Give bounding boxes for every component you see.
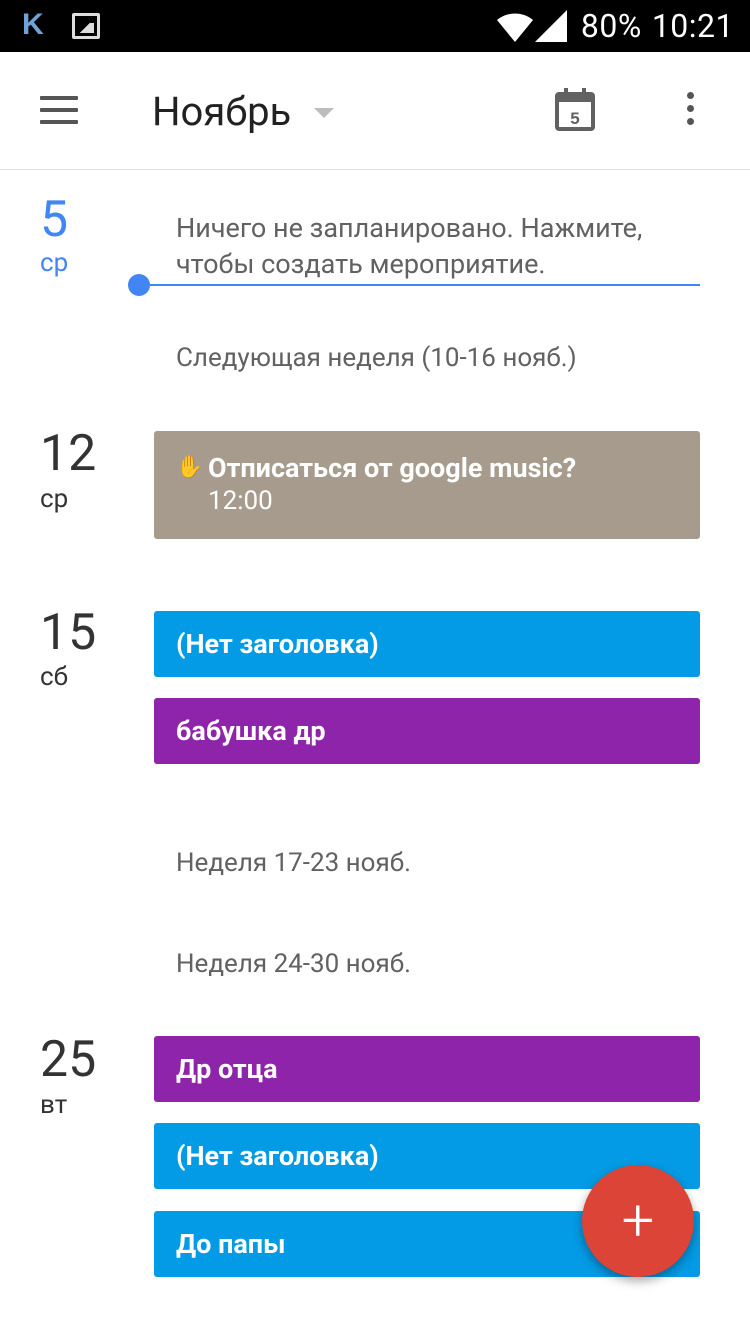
event-time: 12:00 bbox=[208, 486, 273, 516]
add-event-button[interactable]: + bbox=[582, 1165, 694, 1277]
event-title: (Нет заголовка) bbox=[176, 628, 379, 660]
app-bar: Ноябрь 5 bbox=[0, 52, 750, 170]
month-title[interactable]: Ноябрь bbox=[152, 88, 291, 136]
reminder-icon: ✋ bbox=[176, 455, 204, 480]
signal-icon bbox=[534, 10, 567, 42]
vk-icon: K bbox=[22, 8, 44, 41]
wifi-icon bbox=[496, 13, 533, 42]
event-title: бабушка др bbox=[176, 715, 326, 747]
week-label: Неделя 17-23 нояб. bbox=[176, 848, 411, 878]
week-label: Неделя 24-30 нояб. bbox=[176, 949, 411, 979]
event-title: Др отца bbox=[176, 1053, 278, 1085]
day-number: 25 bbox=[40, 1031, 97, 1089]
image-icon bbox=[72, 13, 100, 39]
clock: 10:21 bbox=[651, 7, 734, 45]
day-number: 15 bbox=[40, 604, 97, 662]
event-card[interactable]: (Нет заголовка) bbox=[154, 611, 700, 677]
today-icon-date: 5 bbox=[570, 109, 579, 128]
menu-icon[interactable] bbox=[40, 96, 78, 126]
event-title: (Нет заголовка) bbox=[176, 1140, 379, 1172]
status-bar: K 80% 10:21 bbox=[0, 0, 750, 52]
event-card[interactable]: ✋ Отписаться от google music? 12:00 bbox=[154, 431, 700, 539]
event-card[interactable]: бабушка др bbox=[154, 698, 700, 764]
more-vert-icon[interactable] bbox=[682, 92, 698, 132]
current-time-dot bbox=[128, 274, 150, 296]
day-weekday: ср bbox=[40, 248, 69, 278]
empty-day-message[interactable]: Ничего не запланировано. Нажмите, чтобы … bbox=[176, 210, 696, 282]
current-time-line bbox=[140, 284, 700, 286]
event-card[interactable]: Др отца bbox=[154, 1036, 700, 1102]
event-title: До папы bbox=[176, 1228, 286, 1260]
week-label: Следующая неделя (10-16 нояб.) bbox=[176, 343, 577, 373]
today-calendar-icon[interactable]: 5 bbox=[554, 86, 596, 132]
dropdown-caret-icon[interactable] bbox=[314, 108, 334, 118]
day-weekday: вт bbox=[40, 1090, 68, 1120]
plus-icon: + bbox=[621, 1187, 655, 1255]
day-weekday: сб bbox=[40, 662, 68, 692]
day-number: 5 bbox=[40, 191, 69, 249]
event-title: Отписаться от google music? bbox=[208, 452, 577, 484]
day-number: 12 bbox=[40, 425, 97, 483]
day-weekday: ср bbox=[40, 484, 69, 514]
battery-level: 80% bbox=[580, 7, 642, 45]
